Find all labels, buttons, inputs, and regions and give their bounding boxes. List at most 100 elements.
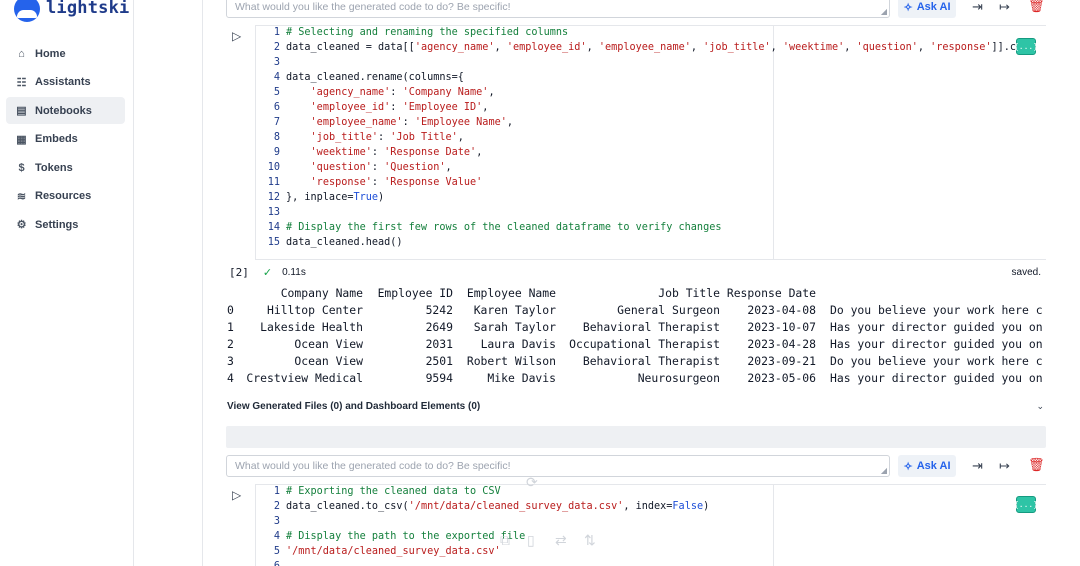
code-line[interactable]: 5 'agency_name': 'Company Name', <box>256 87 495 102</box>
paste-icon[interactable]: ▯ <box>527 532 535 549</box>
cell-separator <box>226 426 1046 448</box>
sidebar-item-assistants[interactable]: ☷ Assistants <box>6 69 125 96</box>
generated-files-toggle[interactable]: View Generated Files (0) and Dashboard E… <box>227 401 1046 415</box>
code-line[interactable]: 9 'weektime': 'Response Date', <box>256 147 482 162</box>
code-line[interactable]: 5 '/mnt/data/cleaned_survey_data.csv' <box>256 546 501 561</box>
table-cell: Employee Name <box>466 286 556 300</box>
expand-code-icon[interactable]: {...} <box>1014 38 1038 55</box>
code-token: 'response' <box>930 42 992 53</box>
code-token: False <box>672 501 704 512</box>
line-number: 2 <box>273 501 280 512</box>
resize-handle-icon[interactable]: ◢ <box>881 7 887 16</box>
collapse-left-icon[interactable]: ⇥ <box>972 0 983 15</box>
expand-code-icon[interactable]: {...} <box>1014 496 1038 513</box>
sidebar-item-label: Resources <box>35 190 92 202</box>
expand-right-icon[interactable]: ↦ <box>999 458 1010 474</box>
expand-right-icon[interactable]: ↦ <box>999 0 1010 15</box>
table-cell: Behavioral Therapist <box>582 320 720 334</box>
cell-output-table: Company Name Employee ID Employee Name Job … <box>227 286 1046 390</box>
code-token: data_cleaned = data[[ <box>286 42 415 53</box>
code-line[interactable]: 2 data_cleaned.to_csv('/mnt/data/cleaned_… <box>256 501 709 516</box>
code-token: , <box>586 42 599 53</box>
code-token: , <box>844 42 857 53</box>
ai-prompt-input-2[interactable]: What would you like the generated code t… <box>226 455 890 477</box>
table-cell: Lakeside Health <box>260 320 363 334</box>
table-cell: Ocean View <box>294 354 363 368</box>
chevron-down-icon[interactable]: ⌄ <box>1036 401 1044 412</box>
code-line[interactable]: 1 # Selecting and renaming the specified … <box>256 27 568 42</box>
sidebar: lightski ⌂ Home ☷ Assistants ▤ Notebooks ▦ Embe… <box>0 0 134 566</box>
table-cell: Laura Davis <box>480 337 556 351</box>
run-cell-button[interactable]: ▷ <box>232 29 241 43</box>
code-line[interactable]: 4 data_cleaned.rename(columns={ <box>256 72 464 87</box>
table-header-row: Company Name Employee ID Employee Name Job … <box>227 286 1046 303</box>
code-line[interactable]: 2 data_cleaned = data[['agency_name', 'em… <box>256 42 1022 57</box>
sidebar-divider <box>202 0 203 566</box>
token-icon: $ <box>18 161 25 174</box>
sort-icon[interactable]: ⇅ <box>584 532 596 549</box>
delete-cell-icon[interactable]: 🗑 <box>1028 0 1045 14</box>
code-token: 'Response Date' <box>384 147 477 158</box>
sidebar-item-tokens[interactable]: $ Tokens <box>6 154 125 181</box>
code-token: 'question' <box>856 42 918 53</box>
code-line[interactable]: 12}, inplace= True) <box>256 192 384 207</box>
collapse-left-icon[interactable]: ⇥ <box>972 458 983 474</box>
sidebar-item-settings[interactable]: ⚙ Settings <box>6 211 125 238</box>
code-token: True <box>353 192 379 203</box>
code-token: : <box>371 162 385 173</box>
execution-count: [2] <box>229 265 249 279</box>
copy-icon[interactable]: ⧉ <box>500 532 510 549</box>
code-token: 'question' <box>310 162 372 173</box>
run-cell-button-2[interactable]: ▷ <box>232 488 241 502</box>
sidebar-item-label: Assistants <box>35 76 91 88</box>
code-line[interactable]: 6 <box>256 561 286 566</box>
table-cell: Crestview Medical <box>246 371 363 385</box>
sidebar-item-label: Embeds <box>35 133 78 145</box>
ai-prompt-input[interactable]: What would you like the generated code t… <box>226 0 890 18</box>
swap-icon[interactable]: ⇄ <box>555 532 567 549</box>
code-token: # Exporting the cleaned data to CSV <box>286 486 501 497</box>
code-line[interactable]: 15 data_cleaned.head() <box>256 237 403 252</box>
code-cell-2[interactable]: 1 # Exporting the cleaned data to CSV 2 dat… <box>255 484 1046 566</box>
sidebar-item-label: Settings <box>35 218 79 231</box>
code-token: 'employee_id' <box>506 42 587 53</box>
line-number: 1 <box>273 486 280 497</box>
line-number: 8 <box>273 132 280 143</box>
code-cell-1[interactable]: 1 # Selecting and renaming the specified … <box>255 25 1046 260</box>
ask-ai-button[interactable]: ✧ Ask AI <box>898 0 956 18</box>
sidebar-item-embeds[interactable]: ▦ Embeds <box>6 126 125 153</box>
code-token: '/mnt/data/cleaned_survey_data.csv' <box>286 546 501 557</box>
resize-handle-icon[interactable]: ◢ <box>881 466 887 475</box>
code-line[interactable]: 13 <box>256 207 286 222</box>
code-line[interactable]: 4 # Display the path to the exported file <box>256 531 525 546</box>
sidebar-item-home[interactable]: ⌂ Home <box>6 40 125 67</box>
code-line[interactable]: 6 'employee_id': 'Employee ID', <box>256 102 489 117</box>
ask-ai-button-2[interactable]: ✧ Ask AI <box>898 455 956 477</box>
code-line[interactable]: 3 <box>256 57 286 72</box>
code-token: 'agency_name' <box>414 42 495 53</box>
code-line[interactable]: 7 'employee_name': 'Employee Name', <box>256 117 513 132</box>
line-number: 4 <box>273 531 280 542</box>
code-line[interactable]: 10 'question': 'Question', <box>256 162 452 177</box>
code-token: ) <box>703 501 710 512</box>
sidebar-item-notebooks[interactable]: ▤ Notebooks <box>6 97 125 124</box>
delete-cell-icon[interactable]: 🗑 <box>1028 457 1045 473</box>
code-line[interactable]: 8 'job_title': 'Job Title', <box>256 132 464 147</box>
sidebar-item-resources[interactable]: ≋ Resources <box>6 183 125 210</box>
code-line[interactable]: 3 <box>256 516 286 531</box>
code-line[interactable]: 11 'response': 'Response Value' <box>256 177 483 192</box>
embed-icon: ▦ <box>16 133 27 146</box>
line-number: 7 <box>273 117 280 128</box>
line-number: 15 <box>267 237 280 248</box>
ask-ai-label: Ask AI <box>916 1 951 13</box>
table-cell: 5242 <box>425 303 453 317</box>
code-line[interactable]: 1 # Exporting the cleaned data to CSV <box>256 486 501 501</box>
code-line[interactable]: 14 # Display the first few rows of the cl… <box>256 222 722 237</box>
brand-logo[interactable]: lightski <box>14 0 129 24</box>
code-ruler <box>773 485 774 566</box>
table-row: 2 Ocean View 2031 Laura Davis Occupational T… <box>227 337 1046 354</box>
refresh-icon[interactable]: ⟳ <box>526 474 538 491</box>
